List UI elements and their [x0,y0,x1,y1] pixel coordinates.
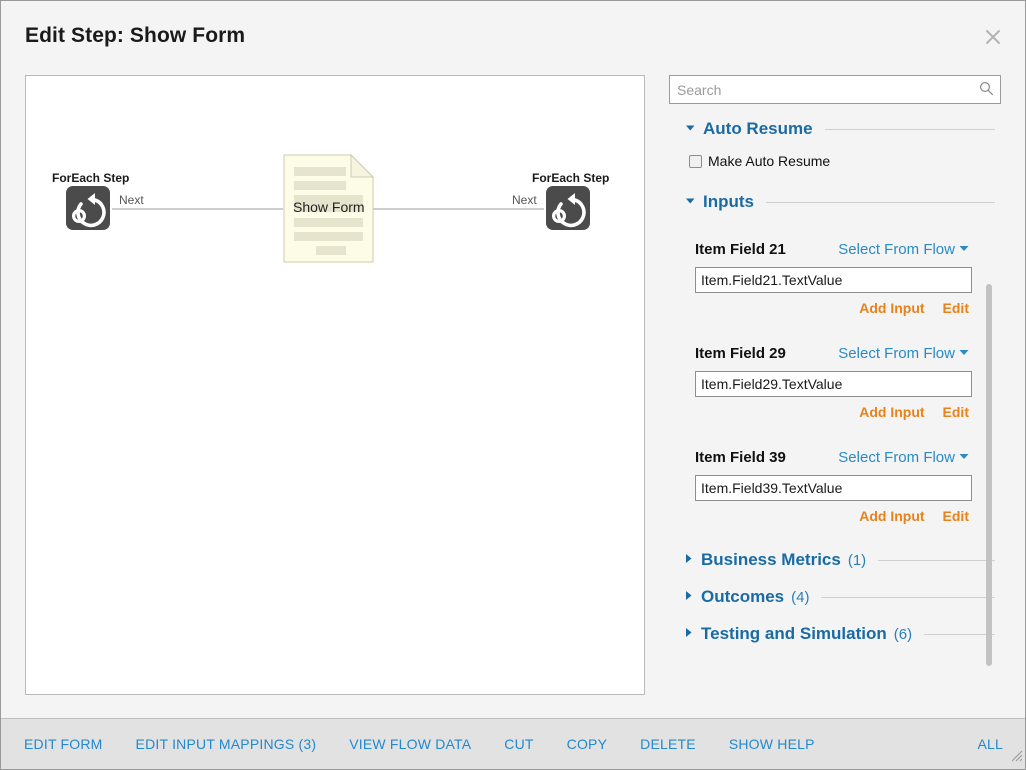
properties-panel: Auto Resume Make Auto Resume Inputs Item… [663,75,1003,695]
edit-step-dialog: Edit Step: Show Form ForEach Step Next S… [0,0,1026,770]
input-field-label: Item Field 29 [695,344,786,362]
toolbar-show-help[interactable]: SHOW HELP [729,736,815,752]
section-divider [766,201,995,203]
input-field-value[interactable] [695,267,972,293]
toolbar-edit-input-mappings[interactable]: EDIT INPUT MAPPINGS (3) [136,736,317,752]
toolbar-all[interactable]: ALL [977,736,1003,752]
add-input-link[interactable]: Add Input [859,508,924,524]
toolbar-view-flow-data[interactable]: VIEW FLOW DATA [349,736,471,752]
chevron-down-icon [959,448,969,466]
edit-link[interactable]: Edit [943,404,969,420]
node-foreach-2 [546,186,590,230]
bottom-toolbar: EDIT FORM EDIT INPUT MAPPINGS (3) VIEW F… [1,718,1025,769]
dialog-header: Edit Step: Show Form [1,1,1025,63]
chevron-down-icon [959,344,969,362]
panel-scroll-area: Auto Resume Make Auto Resume Inputs Item… [663,115,1003,695]
edit-link[interactable]: Edit [943,508,969,524]
toolbar-edit-form[interactable]: EDIT FORM [24,736,103,752]
section-count: (1) [847,551,867,569]
caret-down-icon [685,193,696,211]
search-input[interactable] [669,75,1001,104]
input-field-actions: Add Input Edit [663,404,969,420]
edit-link[interactable]: Edit [943,300,969,316]
input-field-header: Item Field 29 Select From Flow [695,344,969,362]
make-auto-resume-row[interactable]: Make Auto Resume [689,153,1003,169]
select-from-flow-label: Select From Flow [838,240,955,258]
select-from-flow-button[interactable]: Select From Flow [838,448,969,466]
add-input-link[interactable]: Add Input [859,404,924,420]
caret-right-icon [683,625,694,643]
toolbar-delete[interactable]: DELETE [640,736,696,752]
resize-grip-icon[interactable] [1009,748,1023,767]
panel-scrollbar[interactable] [986,284,992,666]
node-label-foreach-1: ForEach Step [52,171,130,185]
section-count: (6) [893,625,913,643]
section-header-business-metrics[interactable]: Business Metrics (1) [683,550,1003,570]
section-header-inputs[interactable]: Inputs [685,192,1003,212]
input-field-header: Item Field 21 Select From Flow [695,240,969,258]
flow-canvas[interactable]: ForEach Step Next Show Form Next ForEach… [25,75,645,695]
input-field-actions: Add Input Edit [663,508,969,524]
input-field-label: Item Field 39 [695,448,786,466]
caret-right-icon [683,551,694,569]
section-header-testing-and-simulation[interactable]: Testing and Simulation (6) [683,624,1003,644]
select-from-flow-button[interactable]: Select From Flow [838,344,969,362]
section-count: (4) [791,588,810,606]
section-title: Auto Resume [703,119,813,138]
section-divider [824,128,995,130]
section-title: Testing and Simulation [701,624,887,643]
edge-label-next-2: Next [512,193,537,207]
input-field-header: Item Field 39 Select From Flow [695,448,969,466]
select-from-flow-label: Select From Flow [838,344,955,362]
section-title: Business Metrics [701,550,841,569]
make-auto-resume-checkbox[interactable] [689,154,702,168]
caret-right-icon [683,588,694,606]
node-foreach-1 [66,186,110,230]
section-divider [878,559,995,561]
toolbar-items: EDIT FORM EDIT INPUT MAPPINGS (3) VIEW F… [24,736,815,752]
input-field-actions: Add Input Edit [663,300,969,316]
node-label-foreach-2: ForEach Step [532,171,610,185]
edge-label-next-1: Next [119,193,144,207]
input-field-block: Item Field 21 Select From Flow Add Input… [663,240,1003,316]
caret-down-icon [685,120,696,138]
input-field-block: Item Field 29 Select From Flow Add Input… [663,344,1003,420]
section-header-auto-resume[interactable]: Auto Resume [685,119,1003,139]
chevron-down-icon [959,240,969,258]
make-auto-resume-label: Make Auto Resume [708,153,831,169]
section-title: Inputs [703,192,754,211]
input-field-block: Item Field 39 Select From Flow Add Input… [663,448,1003,524]
section-divider [924,633,995,635]
section-divider [821,596,995,598]
page-title: Edit Step: Show Form [25,24,246,47]
select-from-flow-label: Select From Flow [838,448,955,466]
close-icon[interactable] [979,23,1007,51]
input-field-value[interactable] [695,371,972,397]
toolbar-cut[interactable]: CUT [504,736,533,752]
select-from-flow-button[interactable]: Select From Flow [838,240,969,258]
search-row [669,75,1001,104]
toolbar-copy[interactable]: COPY [567,736,607,752]
add-input-link[interactable]: Add Input [859,300,924,316]
section-title: Outcomes [701,587,785,606]
input-field-value[interactable] [695,475,972,501]
section-header-outcomes[interactable]: Outcomes (4) [683,587,1003,607]
input-field-label: Item Field 21 [695,240,786,258]
node-label-show-form: Show Form [293,199,365,215]
